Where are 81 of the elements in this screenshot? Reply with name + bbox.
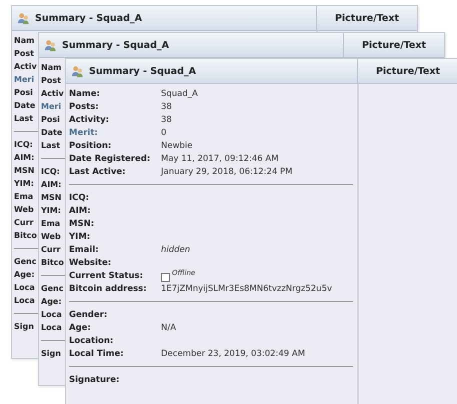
field-label: Nam <box>14 36 34 45</box>
field-label: Last <box>41 141 60 150</box>
field-label: Nam <box>41 63 62 72</box>
field-label: Position: <box>69 140 112 150</box>
field-label: Post <box>14 49 34 58</box>
field-label: Age: <box>41 297 62 306</box>
field-label: Posts: <box>69 102 99 112</box>
field-label: MSN: <box>69 218 94 228</box>
users-icon <box>17 12 30 24</box>
field-label: YIM: <box>14 179 34 188</box>
field-label: ICQ: <box>41 167 60 176</box>
field-label: ICQ: <box>69 192 90 202</box>
window-title: Summary - Squad_A <box>35 12 142 24</box>
field-label: Last Active: <box>69 166 126 176</box>
field-value: 0 <box>161 128 166 138</box>
field-label: AIM: <box>69 206 91 216</box>
field-value: 38 <box>161 102 172 112</box>
field-label: Email: <box>69 244 99 254</box>
field-label: Bitco <box>14 231 37 240</box>
field-label: Current Status: <box>69 270 144 280</box>
field-label: Post <box>41 76 61 85</box>
field-label: AIM: <box>41 180 62 189</box>
field-label: Loca <box>14 296 35 305</box>
field-label: Website: <box>69 258 112 268</box>
field-label: Age: <box>14 270 35 279</box>
field-label: Gender: <box>69 310 108 320</box>
field-value: May 11, 2017, 09:12:46 AM <box>161 154 279 164</box>
field-label: Genc <box>41 284 64 293</box>
column-header: Picture/Text <box>362 40 426 50</box>
field-value: 1E7jZMnyijSLMr3Es8MN6tvzzNrgz52u5v <box>161 284 332 294</box>
field-label: Web <box>41 232 61 241</box>
column-header: Picture/Text <box>376 66 440 76</box>
field-label: Sign <box>14 322 34 331</box>
users-icon <box>44 38 57 52</box>
field-label: Date Registered: <box>69 154 150 164</box>
field-label: Posi <box>41 115 60 124</box>
field-label: Local Time: <box>69 348 124 358</box>
field-label: Loca <box>41 310 62 319</box>
field-label: Signature: <box>69 374 120 384</box>
field-label: Loca <box>14 283 35 292</box>
field-label: MSN <box>41 193 62 202</box>
status-icon <box>161 273 170 282</box>
field-label: Genc <box>14 257 36 266</box>
field-label: Bitco <box>41 258 64 267</box>
field-label: Activ <box>41 89 64 98</box>
field-value: Squad_A <box>161 88 198 98</box>
field-label: Age: <box>69 322 91 332</box>
field-label: Web <box>14 205 34 214</box>
field-label: Loca <box>41 323 62 332</box>
merit-link[interactable]: Merit: <box>69 128 98 138</box>
field-label: Curr <box>14 218 34 227</box>
window-title: Summary - Squad_A <box>62 40 169 50</box>
field-value: 38 <box>161 114 172 124</box>
field-label: Last <box>14 114 34 123</box>
merit-link[interactable]: Meri <box>14 75 34 84</box>
field-label: ICQ: <box>14 140 33 149</box>
field-label: Posi <box>14 88 33 97</box>
field-label: Activity: <box>69 114 110 124</box>
field-value: hidden <box>161 244 190 254</box>
window-title: Summary - Squad_A <box>89 66 196 76</box>
field-label: Bitcoin address: <box>69 284 147 294</box>
column-header: Picture/Text <box>334 12 400 24</box>
users-icon <box>71 64 84 78</box>
merit-link[interactable]: Meri <box>41 102 62 111</box>
field-label: YIM: <box>41 206 61 215</box>
field-value: January 29, 2018, 06:12:24 PM <box>161 166 293 176</box>
field-label: Date <box>14 101 36 110</box>
field-value: N/A <box>161 322 176 332</box>
field-label: Curr <box>41 245 60 254</box>
field-label: Name: <box>69 88 100 98</box>
field-value: Newbie <box>161 140 193 150</box>
field-value: December 23, 2019, 03:02:49 AM <box>161 348 306 358</box>
field-label: Ema <box>14 192 34 201</box>
field-label: Date <box>41 128 62 137</box>
field-label: Ema <box>41 219 60 228</box>
field-label: AIM: <box>14 153 34 162</box>
field-label: MSN <box>14 166 34 175</box>
field-label: YIM: <box>69 232 90 242</box>
field-label: Sign <box>41 349 61 358</box>
field-label: Location: <box>69 336 114 346</box>
field-label: Activ <box>14 62 37 71</box>
